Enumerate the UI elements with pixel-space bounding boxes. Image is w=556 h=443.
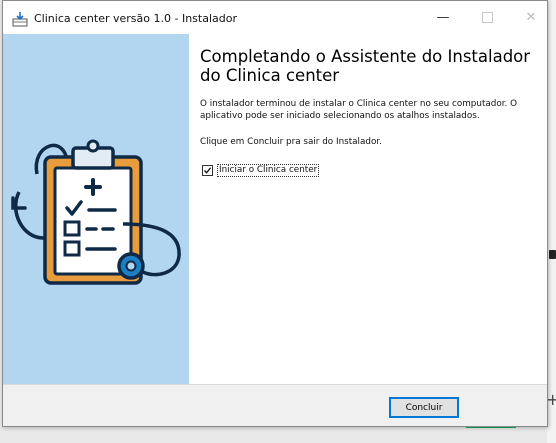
launch-app-checkbox[interactable]	[202, 164, 213, 176]
finish-message-line-1: O instalador terminou de instalar o Clin…	[200, 99, 518, 109]
exit-instruction: Clique em Concluir pra sair do Instalado…	[200, 137, 382, 147]
clipboard-stethoscope-icon	[11, 139, 181, 285]
minimize-button[interactable]: —	[421, 1, 465, 34]
window-title: Clinica center versão 1.0 - Instalador	[34, 12, 237, 25]
minimize-icon: —	[436, 10, 450, 25]
wizard-content: Completando o Assistente do Instalador d…	[189, 34, 547, 384]
finish-button[interactable]: Concluir	[389, 397, 459, 418]
wizard-footer: Concluir	[3, 384, 547, 426]
maximize-button	[465, 1, 509, 34]
page-title-line-2: do Clinica center	[200, 66, 340, 85]
finish-message-line-2: aplicativo pode ser iniciado selecionand…	[200, 111, 480, 121]
wizard-sidebar-image	[3, 34, 189, 384]
maximize-icon	[481, 12, 493, 23]
launch-app-option[interactable]: Iniciar o Clinica center	[202, 162, 320, 178]
installer-window: Clinica center versão 1.0 - Instalador —…	[2, 0, 548, 427]
checkmark-icon	[204, 166, 212, 174]
close-icon: ✕	[525, 10, 537, 25]
installer-box-icon	[12, 12, 28, 27]
page-title: Completando o Assistente do Instalador d…	[200, 47, 540, 85]
page-title-line-1: Completando o Assistente do Instalador	[200, 47, 531, 66]
background-window-strip	[547, 0, 556, 443]
launch-app-label[interactable]: Iniciar o Clinica center	[217, 163, 320, 177]
background-marker	[549, 250, 556, 259]
finish-message: O instalador terminou de instalar o Clin…	[200, 98, 535, 122]
close-button: ✕	[509, 1, 547, 34]
title-bar[interactable]: Clinica center versão 1.0 - Instalador —…	[3, 1, 547, 34]
